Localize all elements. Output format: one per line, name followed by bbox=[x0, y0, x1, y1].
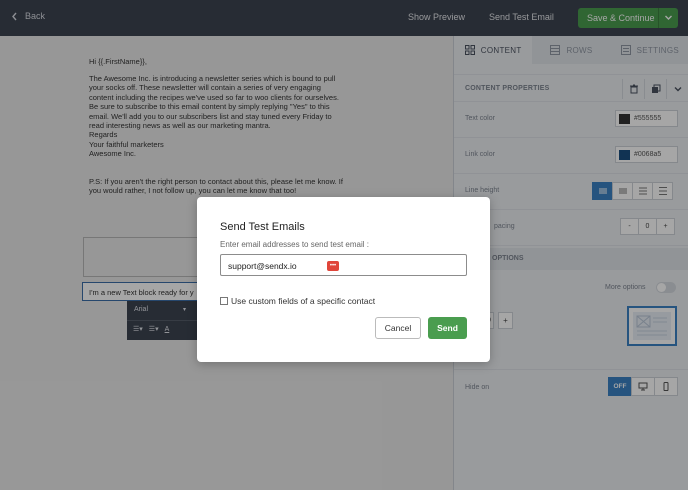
dialog-title: Send Test Emails bbox=[220, 221, 305, 233]
send-test-emails-dialog: Send Test Emails Enter email addresses t… bbox=[197, 197, 490, 362]
custom-fields-label[interactable]: Use custom fields of a specific contact bbox=[231, 296, 375, 306]
custom-fields-checkbox[interactable] bbox=[220, 297, 228, 305]
email-addresses-input[interactable]: support@sendx.io ••• bbox=[220, 254, 467, 276]
cancel-button[interactable]: Cancel bbox=[375, 317, 421, 339]
email-tag-icon[interactable]: ••• bbox=[327, 261, 339, 271]
dialog-subtitle: Enter email addresses to send test email… bbox=[220, 240, 369, 249]
send-button[interactable]: Send bbox=[428, 317, 467, 339]
email-value: support@sendx.io bbox=[228, 261, 297, 271]
